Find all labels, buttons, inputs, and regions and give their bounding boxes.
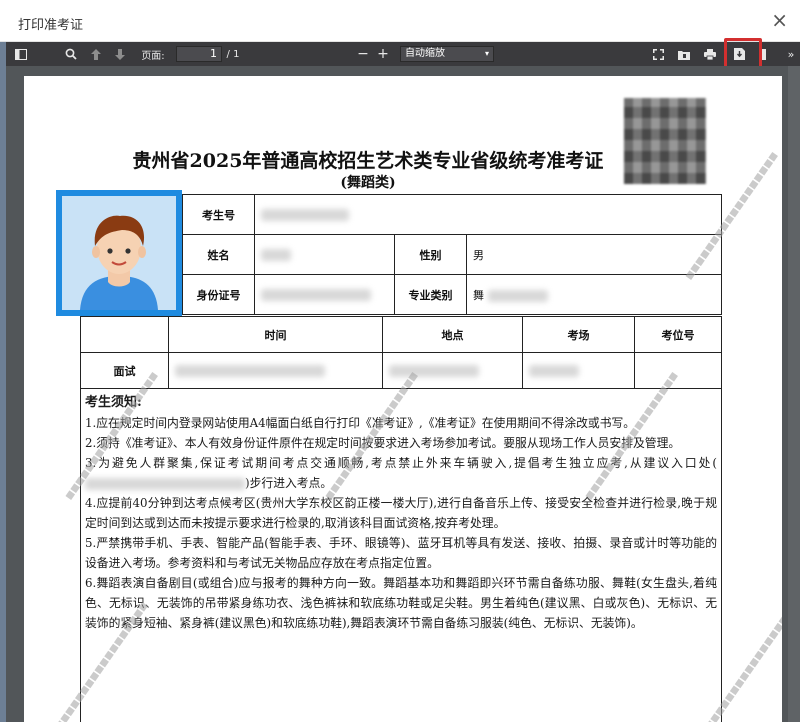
fullscreen-icon[interactable] — [648, 42, 668, 66]
schedule-header-seat: 考位号 — [634, 316, 722, 353]
exam-number-label: 考生号 — [182, 194, 255, 235]
exam-number-value — [254, 194, 722, 235]
id-number-value — [254, 274, 395, 315]
more-icon[interactable]: » — [782, 42, 800, 66]
arrow-up-icon[interactable] — [86, 42, 106, 66]
zoom-select[interactable]: 自动缩放 ▾ — [400, 46, 494, 62]
chevron-down-icon: ▾ — [484, 49, 489, 58]
table-row: 姓名 性别 男 — [182, 234, 722, 275]
qr-code-blurred — [624, 98, 706, 184]
avatar — [56, 190, 182, 316]
category-text: 舞 — [473, 288, 484, 302]
schedule-room-value — [522, 352, 635, 389]
table-row: 面试 — [80, 352, 722, 389]
open-file-icon[interactable] — [674, 42, 694, 66]
name-label: 姓名 — [182, 234, 255, 275]
gender-value: 男 — [466, 234, 722, 275]
notice-item: 6.舞蹈表演自备剧目(或组合)应与报考的舞种方向一致。舞蹈基本功和舞蹈即兴环节需… — [85, 576, 717, 630]
zoom-select-value: 自动缩放 — [405, 48, 445, 59]
print-icon[interactable] — [700, 42, 720, 66]
page-total: / 1 — [226, 48, 240, 60]
schedule-header-room: 考场 — [522, 316, 635, 353]
candidate-info-table: 考生号 姓名 性别 男 身份证号 专业类别 舞 — [182, 194, 722, 315]
dialog-titlebar: 打印准考证 × — [0, 0, 800, 42]
category-label: 专业类别 — [394, 274, 467, 315]
notice-item-tail: )步行进入考点。 — [245, 476, 333, 490]
pdf-viewer[interactable]: 贵州省2025年普通高校招生艺术类专业省级统考准考证 (舞蹈类) 考生号 姓名 … — [6, 66, 800, 722]
notice-item: 4.应提前40分钟到达考点候考区(贵州大学东校区韵正楼一楼大厅),进行自备音乐上… — [85, 496, 717, 530]
table-row: 时间 地点 考场 考位号 — [80, 316, 722, 353]
schedule-seat-value — [634, 352, 722, 389]
page-label: 页面: — [141, 50, 165, 62]
notice-item: 3.为避免人群聚集,保证考试期间考点交通顺畅,考点禁止外来车辆驶入,提倡考生独立… — [85, 453, 717, 493]
pdf-page: 贵州省2025年普通高校招生艺术类专业省级统考准考证 (舞蹈类) 考生号 姓名 … — [24, 76, 782, 722]
dialog-title: 打印准考证 — [18, 18, 84, 33]
search-icon[interactable] — [60, 42, 82, 66]
category-value: 舞 — [466, 274, 722, 315]
zoom-in-button[interactable]: + — [374, 42, 392, 66]
notice-item: 5.严禁携带手机、手表、智能产品(智能手表、手环、眼镜等)、蓝牙耳机等具有发送、… — [85, 536, 717, 570]
page-number-input[interactable]: 1 — [176, 46, 222, 62]
table-row: 考生号 — [182, 194, 722, 235]
arrow-down-icon[interactable] — [110, 42, 130, 66]
notice-item: 1.应在规定时间内登录网站使用A4幅面白纸自行打印《准考证》,《准考证》在使用期… — [85, 416, 636, 430]
document-subtitle: (舞蹈类) — [340, 175, 396, 191]
viewer-scrollbar[interactable] — [788, 66, 800, 722]
document-title: 贵州省2025年普通高校招生艺术类专业省级统考准考证 — [132, 150, 604, 172]
schedule-header-time: 时间 — [168, 316, 383, 353]
schedule-corner-cell — [80, 316, 169, 353]
table-row: 身份证号 专业类别 舞 — [182, 274, 722, 315]
schedule-header-location: 地点 — [382, 316, 523, 353]
schedule-time-value — [168, 352, 383, 389]
viewer-toolbar: 页面: 1 / 1 − + 自动缩放 ▾ » — [6, 42, 800, 66]
avatar-icon — [62, 196, 176, 310]
close-icon[interactable]: × — [771, 10, 788, 30]
exam-schedule-table: 时间 地点 考场 考位号 面试 — [80, 316, 722, 389]
gender-label: 性别 — [394, 234, 467, 275]
name-value — [254, 234, 395, 275]
zoom-out-button[interactable]: − — [354, 42, 372, 66]
sidebar-toggle-icon[interactable] — [10, 42, 32, 66]
id-number-label: 身份证号 — [182, 274, 255, 315]
schedule-row-label: 面试 — [80, 352, 169, 389]
